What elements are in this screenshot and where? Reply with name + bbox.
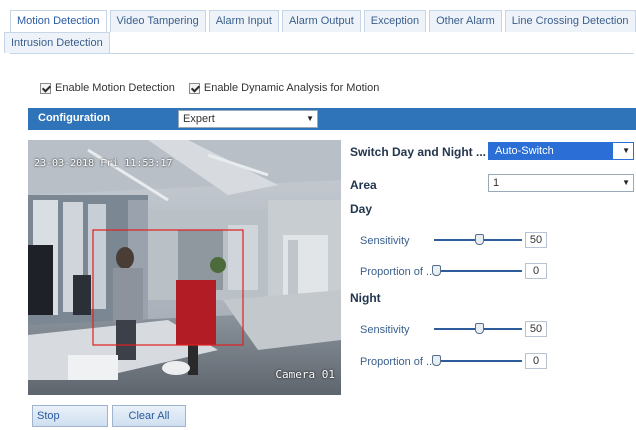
day-proportion-slider[interactable] (434, 270, 522, 272)
switch-day-night-value: Auto-Switch (495, 145, 554, 157)
switch-day-night-label: Switch Day and Night ... (350, 145, 487, 159)
enable-motion-detection-label: Enable Motion Detection (55, 82, 175, 94)
area-select[interactable]: 1 ▼ (488, 174, 634, 192)
day-sensitivity-value[interactable]: 50 (525, 232, 547, 248)
tab-line-crossing-detection[interactable]: Line Crossing Detection (504, 10, 636, 32)
night-proportion-slider-handle[interactable] (432, 355, 441, 366)
tab-row-primary: Motion Detection Video Tampering Alarm I… (10, 10, 636, 32)
configuration-bar: Configuration Expert ▼ (28, 108, 636, 130)
day-proportion-label: Proportion of ... (360, 266, 436, 278)
tab-alarm-input[interactable]: Alarm Input (208, 10, 279, 32)
camera-label: Camera 01 (275, 368, 335, 381)
tab-motion-detection[interactable]: Motion Detection (10, 10, 107, 32)
day-proportion-slider-handle[interactable] (432, 265, 441, 276)
tab-intrusion-detection[interactable]: Intrusion Detection (4, 32, 110, 53)
enable-motion-detection-checkbox[interactable] (40, 82, 51, 94)
area-value: 1 (493, 177, 500, 189)
day-proportion-value[interactable]: 0 (525, 263, 547, 279)
configuration-mode-select[interactable]: Expert ▼ (178, 110, 318, 128)
night-sensitivity-value[interactable]: 50 (525, 321, 547, 337)
tab-video-tampering[interactable]: Video Tampering (109, 10, 206, 32)
enable-dynamic-analysis-checkbox[interactable] (188, 82, 200, 94)
enable-dynamic-analysis-label: Enable Dynamic Analysis for Motion (203, 82, 380, 94)
tab-row-secondary: Intrusion Detection (4, 32, 634, 54)
enable-motion-detection-option[interactable]: Enable Motion Detection (40, 82, 175, 94)
video-timestamp: 23-03-2018 Fri 11:53:17 (34, 158, 173, 169)
tab-alarm-output[interactable]: Alarm Output (281, 10, 361, 32)
office-scene-image (28, 140, 341, 395)
night-proportion-slider[interactable] (434, 360, 522, 362)
enable-options: Enable Motion Detection Enable Dynamic A… (40, 82, 379, 94)
stop-drawing-button[interactable]: Stop Drawing (32, 405, 108, 427)
configuration-mode-value: Expert (183, 113, 215, 125)
night-proportion-value[interactable]: 0 (525, 353, 547, 369)
clear-all-button[interactable]: Clear All (112, 405, 186, 427)
area-label: Area (350, 178, 377, 192)
night-proportion-label: Proportion of ... (360, 356, 436, 368)
enable-dynamic-analysis-option[interactable]: Enable Dynamic Analysis for Motion (188, 82, 380, 94)
tab-other-alarm[interactable]: Other Alarm (429, 10, 502, 32)
day-sensitivity-label: Sensitivity (360, 235, 410, 247)
chevron-down-icon: ▼ (622, 146, 630, 155)
night-sensitivity-label: Sensitivity (360, 324, 410, 336)
chevron-down-icon: ▼ (306, 114, 314, 123)
night-sensitivity-slider-handle[interactable] (475, 323, 484, 334)
video-preview[interactable]: 23-03-2018 Fri 11:53:17 Camera 01 (28, 140, 341, 395)
switch-day-night-select[interactable]: Auto-Switch ▼ (488, 142, 634, 160)
alarm-tabs: Motion Detection Video Tampering Alarm I… (4, 10, 636, 54)
day-sensitivity-slider-handle[interactable] (475, 234, 484, 245)
tab-exception[interactable]: Exception (363, 10, 427, 32)
night-heading: Night (350, 291, 381, 305)
configuration-label: Configuration (38, 112, 111, 124)
chevron-down-icon: ▼ (622, 178, 630, 187)
day-heading: Day (350, 202, 373, 216)
